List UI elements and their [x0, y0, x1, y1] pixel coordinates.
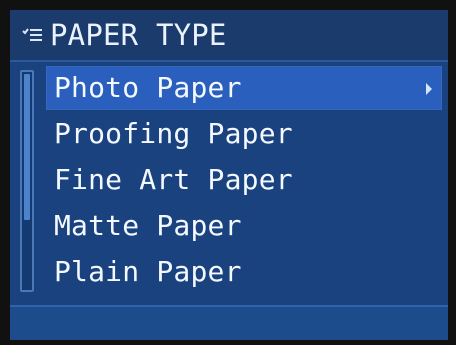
menu-item-label: Matte Paper	[54, 209, 242, 242]
menu-item-label: Fine Art Paper	[54, 163, 293, 196]
menu-item-label: Proofing Paper	[54, 117, 293, 150]
lcd-screen: PAPER TYPE Photo Paper Proofing Paper Fi…	[10, 10, 448, 340]
chevron-right-icon	[426, 83, 432, 95]
menu-item-photo-paper[interactable]: Photo Paper	[46, 66, 442, 110]
page-title: PAPER TYPE	[50, 18, 227, 52]
menu-list-icon	[22, 26, 44, 44]
menu-item-plain-paper[interactable]: Plain Paper	[46, 250, 442, 294]
menu-item-label: Photo Paper	[54, 71, 242, 104]
menu-item-proofing-paper[interactable]: Proofing Paper	[46, 112, 442, 156]
menu-item-matte-paper[interactable]: Matte Paper	[46, 204, 442, 248]
menu-scrollbar[interactable]	[20, 70, 34, 292]
paper-type-menu: Photo Paper Proofing Paper Fine Art Pape…	[10, 66, 448, 306]
menu-header: PAPER TYPE	[10, 10, 448, 62]
footer-bar	[10, 305, 448, 340]
menu-item-fine-art-paper[interactable]: Fine Art Paper	[46, 158, 442, 202]
menu-item-label: Plain Paper	[54, 255, 242, 288]
scrollbar-thumb[interactable]	[24, 74, 30, 220]
